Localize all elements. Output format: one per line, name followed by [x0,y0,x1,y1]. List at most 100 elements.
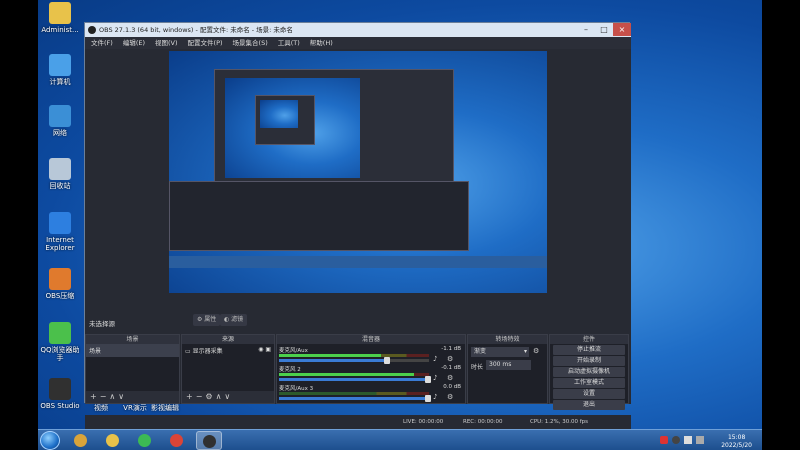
transition-select[interactable]: 渐变 ▾ [471,347,529,357]
menu-item[interactable]: 编辑(E) [123,37,145,49]
menu-item[interactable]: 工具(T) [278,37,300,49]
desktop-icon-label: 回收站 [49,182,71,190]
volume-meter [279,373,429,376]
desktop-shortcut[interactable]: 视频 [86,404,116,412]
transitions-dock: 转场特效 渐变 ▾ ⚙ 时长 300 ms [467,334,548,404]
taskbar-app-chrome[interactable] [164,431,190,450]
slider-handle[interactable] [384,357,390,364]
desktop-icon-label: QQ浏览器助手 [40,346,80,362]
obs-icon [203,435,216,448]
captured-desktop [169,51,547,293]
filters-label: 滤镜 [231,316,244,323]
slider-handle[interactable] [424,395,431,402]
taskbar-app-explorer[interactable] [68,431,94,450]
menu-item[interactable]: 帮助(H) [310,37,333,49]
duration-label: 时长 [471,364,484,371]
desktop-icon[interactable]: OBS压缩 [40,268,80,300]
transitions-title: 转场特效 [468,335,547,344]
app-icon [49,2,71,24]
menu-item[interactable]: 配置文件(P) [188,37,223,49]
sources-toolbar[interactable]: +−⚙∧∨ [182,391,274,403]
menu-item[interactable]: 视图(V) [155,37,178,49]
clock[interactable]: 15:08 2022/5/20 [721,434,752,450]
speaker-icon[interactable]: ♪ [433,374,437,382]
clock-date: 2022/5/20 [721,442,752,449]
taskbar-app-obs[interactable] [196,431,222,450]
transition-type: 渐变 [474,348,487,355]
channel-name: 麦克风/Aux 3 [279,386,314,392]
speaker-icon[interactable]: ♪ [433,393,437,401]
scenes-toolbar[interactable]: +−∧∨ [86,391,179,403]
desktop-shortcut[interactable]: VR演示 [120,404,150,412]
volume-meter [279,392,429,395]
sources-title: 来源 [182,335,274,344]
volume-slider[interactable] [279,376,431,383]
start-button[interactable] [40,431,60,450]
G-icon [106,434,119,447]
meter-level [279,373,414,376]
taskbar-app-G[interactable] [100,431,126,450]
slider-fill [279,378,428,381]
desktop-icon-label: Administ... [41,26,79,34]
menu-item[interactable]: 场景集合(S) [233,37,268,49]
network-icon[interactable] [684,436,692,444]
close-button[interactable]: × [613,23,631,36]
desktop-icon[interactable]: OBS Studio [40,378,80,410]
taskbar-app-media[interactable] [132,431,158,450]
slider-fill [279,397,428,400]
control-button[interactable]: 开始录制 [553,356,625,366]
tray-obs-icon[interactable] [672,436,680,444]
channel-db: -0.1 dB [441,365,461,371]
duration-input[interactable]: 300 ms [486,360,531,370]
properties-button[interactable]: ⚙ 属性 [193,314,221,326]
channel-db: -1.1 dB [441,346,461,352]
mixer-channel: 麦克风/Aux 3 0.0 dB ♪ ⚙ [279,384,463,415]
control-button[interactable]: 退出 [553,400,625,410]
window-titlebar[interactable]: OBS 27.1.3 (64 bit, windows) - 配置文件: 未命名… [85,23,631,37]
desktop-icon-label: OBS压缩 [45,292,75,300]
volume-icon[interactable] [696,436,704,444]
preview-canvas[interactable] [169,51,547,293]
tray-app-icon[interactable] [660,436,668,444]
live-status: LIVE: 00:00:00 [403,419,444,425]
window-title: OBS 27.1.3 (64 bit, windows) - 配置文件: 未命名… [99,26,293,34]
status-bar: LIVE: 00:00:00 REC: 00:00:00 CPU: 1.2%, … [85,415,631,429]
scenes-title: 场景 [86,335,179,344]
source-item[interactable]: ▭ 显示器采集 ◉ ▣ [182,344,274,357]
desktop-icon[interactable]: 网络 [40,105,80,137]
control-button[interactable]: 停止推流 [553,345,625,355]
desktop-icon[interactable]: QQ浏览器助手 [40,322,80,362]
slider-handle[interactable] [424,376,431,383]
visibility-eye-icon[interactable]: ◉ ▣ [258,346,271,353]
control-button[interactable]: 设置 [553,389,625,399]
desktop-shortcut[interactable]: 影视编辑 [150,404,180,412]
menu-bar: 文件(F) 编辑(E) 视图(V) 配置文件(P) 场景集合(S) 工具(T) 帮助(H) [85,37,631,49]
minimize-button[interactable]: – [577,23,595,36]
desktop-icon[interactable]: 计算机 [40,54,80,86]
media-icon [138,434,151,447]
control-button[interactable]: 启动虚拟摄像机 [553,367,625,377]
source-label: 显示器采集 [192,348,223,355]
desktop-icon[interactable]: Administ... [40,2,80,34]
control-button[interactable]: 工作室模式 [553,378,625,388]
transition-settings-gear-icon[interactable]: ⚙ [533,347,539,355]
speaker-icon[interactable]: ♪ [433,355,437,363]
app-icon [49,54,71,76]
volume-slider[interactable] [279,395,431,402]
menu-item[interactable]: 文件(F) [91,37,113,49]
app-icon [49,212,71,234]
controls-dock: 控件 停止推流 开始录制 启动虚拟摄像机 工作室模式 设置 退出 [549,334,629,410]
desktop-icon[interactable]: 回收站 [40,158,80,190]
scene-item[interactable]: 场景 [86,344,179,357]
app-icon [49,322,71,344]
filters-button[interactable]: ◐ 滤镜 [220,314,248,326]
gear-icon[interactable]: ⚙ [447,393,453,401]
gear-icon[interactable]: ⚙ [447,374,453,382]
maximize-button[interactable]: □ [595,23,613,36]
taskbar: 15:08 2022/5/20 [38,429,762,450]
desktop-icon[interactable]: Internet Explorer [40,212,80,252]
app-icon [49,158,71,180]
gear-icon[interactable]: ⚙ [447,355,453,363]
volume-slider[interactable] [279,357,429,364]
cpu-status: CPU: 1.2%, 30.00 fps [530,419,589,425]
